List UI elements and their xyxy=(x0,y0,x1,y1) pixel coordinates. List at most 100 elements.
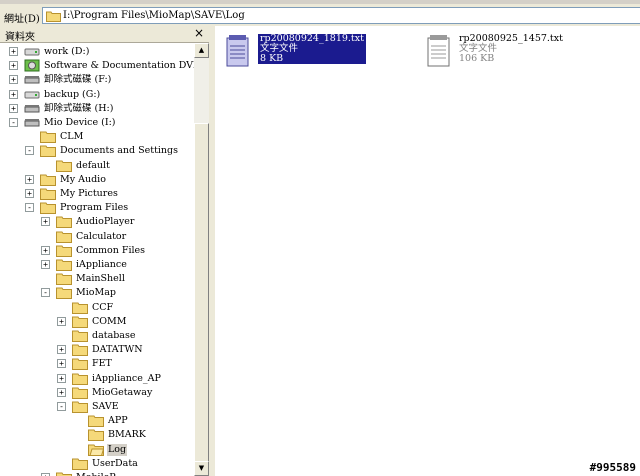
scroll-up-icon[interactable]: ▲ xyxy=(194,43,209,58)
tree-item-label: Program Files xyxy=(60,202,129,214)
tree-item[interactable]: + AudioPlayer xyxy=(0,215,194,229)
tree-item[interactable]: Calculator xyxy=(0,230,194,244)
tree-item-label: DATATWN xyxy=(92,344,143,356)
expand-icon[interactable]: + xyxy=(9,103,18,113)
tree-item-label: My Audio xyxy=(60,173,106,185)
tree-item-label: 卸除式磁碟 (F:) xyxy=(44,74,112,86)
file-item[interactable]: rp20080925_1457.txt 文字文件 106 KB xyxy=(425,34,585,74)
scrollbar-thumb[interactable] xyxy=(194,123,209,463)
folder-icon xyxy=(40,173,56,186)
notepad-document-icon xyxy=(427,35,450,67)
tree-item[interactable]: + My Pictures xyxy=(0,187,194,201)
folder-icon xyxy=(56,286,72,300)
collapse-icon[interactable]: - xyxy=(57,402,66,411)
collapse-icon[interactable]: - xyxy=(25,203,34,213)
tree-item[interactable]: + backup (G:) xyxy=(0,88,194,102)
tree-item-label: FET xyxy=(92,358,112,370)
file-item[interactable]: rp20080924_1819.txt 文字文件 8 KB xyxy=(224,34,384,74)
expand-icon[interactable]: + xyxy=(41,260,50,269)
tree-item[interactable]: CLM xyxy=(0,130,194,144)
expand-icon[interactable]: + xyxy=(9,61,18,71)
tree-item-label: Log xyxy=(107,443,128,456)
expand-icon[interactable]: + xyxy=(9,89,18,99)
tree-item[interactable]: + work (D:) xyxy=(0,45,194,59)
expand-icon[interactable]: + xyxy=(9,47,18,56)
tree-item[interactable]: UserData xyxy=(0,457,194,471)
tree-item[interactable]: + DATATWN xyxy=(0,343,194,357)
tree-item[interactable]: + Software & Documentation DVD (E xyxy=(0,59,194,73)
folder-icon xyxy=(72,386,88,399)
tree-item[interactable]: database xyxy=(0,329,194,343)
folder-icon xyxy=(56,159,72,172)
folder-icon xyxy=(72,357,88,371)
folder-icon xyxy=(46,11,61,22)
tree-item[interactable]: Log xyxy=(0,443,194,457)
file-size: 8 KB xyxy=(260,53,284,64)
tree-item-label: MainShell xyxy=(76,273,125,285)
expand-icon[interactable]: + xyxy=(41,217,50,227)
expand-icon[interactable]: + xyxy=(9,75,18,85)
folder-icon xyxy=(56,215,72,229)
folders-pane-header: 資料夾 × xyxy=(0,26,209,43)
close-icon[interactable]: × xyxy=(194,26,204,40)
tree-item-label: default xyxy=(76,159,110,171)
tree-item[interactable]: + COMM xyxy=(0,315,194,329)
tree-item-label: work (D:) xyxy=(44,46,90,57)
expand-icon[interactable]: + xyxy=(41,245,50,255)
tree-item[interactable]: + FET xyxy=(0,357,194,371)
tree-item[interactable]: MainShell xyxy=(0,272,194,286)
tree-item[interactable]: - SAVE xyxy=(0,400,194,414)
expand-icon[interactable]: + xyxy=(57,359,66,369)
tree-item-label: AudioPlayer xyxy=(76,216,135,228)
tree-item[interactable]: +MobileP... xyxy=(0,471,194,476)
tree-item-label: My Pictures xyxy=(60,188,118,199)
tree-item[interactable]: - MioMap xyxy=(0,286,194,300)
expand-icon[interactable]: + xyxy=(25,189,34,198)
tree-item[interactable]: CCF xyxy=(0,301,194,315)
tree-item[interactable]: + MioGetaway xyxy=(0,386,194,400)
collapse-icon[interactable]: - xyxy=(41,288,50,298)
tree-item-label: CLM xyxy=(60,131,84,143)
tree-item[interactable]: + 卸除式磁碟 (H:) xyxy=(0,102,194,116)
expand-icon[interactable]: + xyxy=(57,345,66,355)
folder-icon xyxy=(72,343,88,357)
open-folder-icon xyxy=(88,443,105,456)
collapse-icon[interactable]: - xyxy=(25,146,34,156)
tree-item[interactable]: + iAppliance_AP xyxy=(0,372,194,386)
scroll-down-icon[interactable]: ▼ xyxy=(194,461,209,476)
tree-item[interactable]: BMARK xyxy=(0,428,194,442)
tree-item-label: Calculator xyxy=(76,230,127,242)
folder-icon xyxy=(72,301,88,314)
address-path: I:\Program Files\MioMap\SAVE\Log xyxy=(63,10,245,21)
tree-item-label: CCF xyxy=(92,301,114,313)
expand-icon[interactable]: + xyxy=(57,373,66,383)
tree-item[interactable]: default xyxy=(0,159,194,173)
tree-scrollbar[interactable]: ▲ ▼ xyxy=(194,43,209,476)
expand-icon[interactable]: + xyxy=(25,174,34,184)
folder-tree: + work (D:) + Software & Documentation DVD … xyxy=(0,43,194,476)
tree-item-label: iAppliance xyxy=(76,259,127,270)
tree-item-label: Mio Device (I:) xyxy=(44,117,116,128)
address-input[interactable]: I:\Program Files\MioMap\SAVE\Log xyxy=(42,7,640,24)
tree-item-label: SAVE xyxy=(92,401,119,412)
folder-icon xyxy=(88,414,104,428)
expand-icon[interactable]: + xyxy=(57,316,66,326)
tree-item[interactable]: - Mio Device (I:) xyxy=(0,116,194,130)
tree-item[interactable]: + 卸除式磁碟 (F:) xyxy=(0,73,194,87)
tree-item[interactable]: + My Audio xyxy=(0,173,194,187)
tree-item[interactable]: - Documents and Settings xyxy=(0,144,194,158)
tree-item[interactable]: + Common Files xyxy=(0,244,194,258)
folder-icon xyxy=(40,187,56,200)
expand-icon[interactable]: + xyxy=(57,387,66,397)
file-label: rp20080925_1457.txt 文字文件 106 KB xyxy=(459,34,563,64)
tree-item-label: 卸除式磁碟 (H:) xyxy=(44,102,114,114)
folders-pane: 資料夾 × + work (D:) + Software & Documentatio… xyxy=(0,26,209,476)
tree-item[interactable]: APP xyxy=(0,414,194,428)
folder-icon xyxy=(72,315,88,328)
collapse-icon[interactable]: - xyxy=(9,118,18,127)
tree-item[interactable]: + iAppliance xyxy=(0,258,194,272)
file-size: 106 KB xyxy=(459,53,495,64)
folders-pane-title: 資料夾 xyxy=(5,32,35,43)
removable-disk-icon xyxy=(24,102,40,115)
tree-item[interactable]: - Program Files xyxy=(0,201,194,215)
